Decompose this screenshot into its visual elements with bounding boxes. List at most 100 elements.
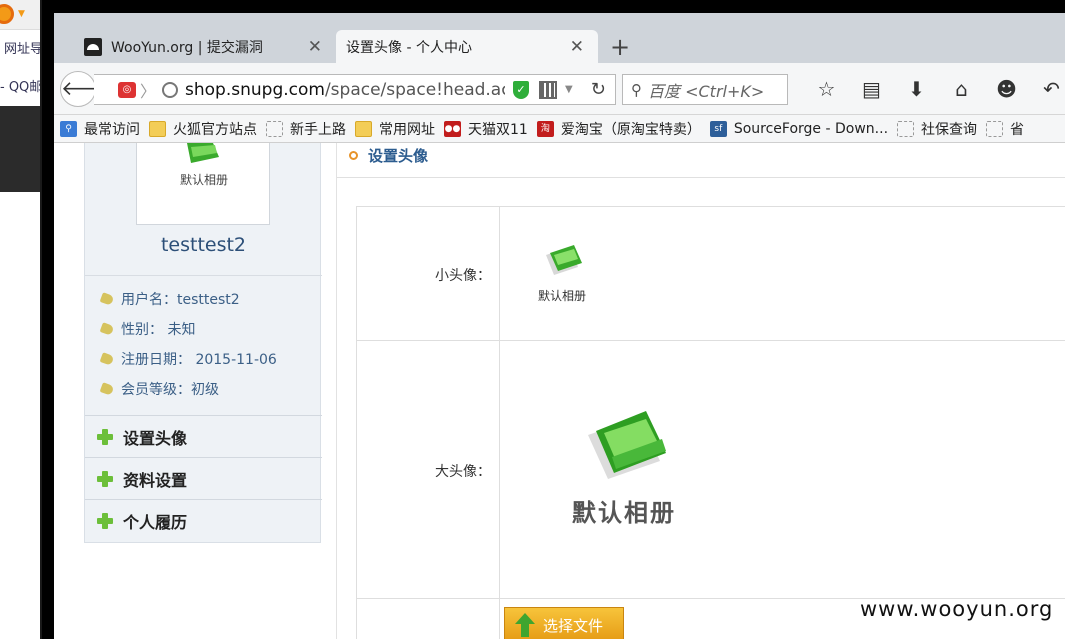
info-gender: 性别： 未知 [85, 314, 322, 344]
home-icon[interactable]: ⌂ [939, 77, 984, 101]
info-text: 会员等级：初级 [121, 382, 219, 398]
tmall-icon: ●● [444, 120, 461, 137]
bookmark-label: 社保查询 [921, 121, 978, 138]
tab-label: WooYun.org | 提交漏洞 [111, 39, 263, 56]
background-window-lower [0, 192, 42, 639]
url-host: shop.snupg.com [185, 79, 325, 100]
info-text: 注册日期： 2015-11-06 [121, 352, 277, 368]
shield-icon[interactable]: ✓ [513, 80, 530, 99]
bookmark-label: 新手上路 [290, 121, 346, 138]
bookmark-province[interactable]: 省 [986, 119, 1024, 139]
sourceforge-icon: sf [709, 120, 727, 137]
back-arrow-icon[interactable]: 🡐 [60, 71, 115, 107]
background-window-text: - QQ邮 [0, 80, 42, 95]
tab-wooyun[interactable]: WooYun.org | 提交漏洞 ✕ [74, 30, 336, 63]
reload-icon[interactable]: ↻ [591, 79, 606, 100]
bookmark-label: 天猫双11 [468, 121, 528, 138]
upload-arrow-icon [515, 613, 535, 637]
menu-label: 个人履历 [123, 512, 188, 532]
search-placeholder: 百度 <Ctrl+K> [648, 81, 765, 101]
menu-label: 设置头像 [123, 428, 188, 448]
folder-icon [588, 411, 666, 479]
page-title-text: 设置头像 [368, 147, 429, 165]
browser-window: WooYun.org | 提交漏洞 ✕ 设置头像 - 个人中心 ✕ + 🡐 ◎ … [54, 13, 1065, 639]
url-text[interactable]: shop.snupg.com/space/space!head.act [185, 80, 505, 100]
watermark: www.wooyun.org [860, 597, 1054, 621]
tag-icon [99, 352, 115, 366]
chevron-down-icon[interactable]: ▼ [18, 9, 25, 19]
bookmark-ai-taobao[interactable]: 淘爱淘宝（原淘宝特卖） [536, 119, 701, 139]
bookmark-social-security[interactable]: 社保查询 [897, 119, 977, 139]
choose-file-button[interactable]: 选择文件 [504, 607, 624, 639]
bookmark-label: SourceForge - Down... [733, 120, 889, 137]
plus-icon [97, 428, 113, 445]
avatar-form: 小头像： 默认相册 大头像： 默认相册 选择文件 [356, 206, 1065, 639]
taobao-icon: 淘 [536, 120, 554, 137]
toolbar-icons: ☆ ▤ ⬇ ⌂ ☻ ↶ [804, 77, 1065, 101]
tag-icon [99, 292, 115, 306]
main-panel: 设置头像 小头像： 默认相册 大头像： 默认相册 选择文件 [336, 143, 1065, 639]
bookmark-label: 省 [1010, 121, 1025, 138]
avatar[interactable]: 默认相册 [136, 143, 270, 225]
firefox-icon[interactable] [0, 4, 14, 24]
menu-resume[interactable]: 个人履历 [85, 499, 322, 541]
dropdown-triangle-icon[interactable]: ▼ [565, 84, 573, 95]
big-avatar-caption: 默认相册 [572, 499, 676, 527]
info-register-date: 注册日期： 2015-11-06 [85, 344, 322, 374]
bookmark-label: 火狐官方站点 [173, 121, 257, 138]
nav-bar: 🡐 ◎ 〉 shop.snupg.com/space/space!head.ac… [54, 63, 1065, 115]
divider [337, 177, 1065, 178]
undo-arrow-icon[interactable]: ↶ [1029, 77, 1065, 101]
big-avatar-label: 大头像： [435, 464, 491, 480]
bookmark-label: 最常访问 [84, 121, 140, 138]
bookmark-firefox-official[interactable]: 火狐官方站点 [149, 119, 257, 139]
small-avatar-label: 小头像： [435, 268, 491, 284]
background-window: ▼ 网址导 - QQ邮 [0, 0, 42, 639]
small-avatar-cell: 默认相册 [499, 207, 1065, 340]
tag-icon [99, 322, 115, 336]
search-input[interactable]: ⚲ 百度 <Ctrl+K> [622, 74, 788, 105]
bookmark-tmall[interactable]: ●● 天猫双11 [444, 119, 528, 139]
page-content: 默认相册 testtest2 用户名：testtest2 性别： 未知 注册日期… [54, 143, 1065, 639]
background-window-dark-panel [0, 106, 42, 192]
new-tab-plus-icon[interactable]: + [610, 33, 630, 61]
big-avatar-cell: 默认相册 [499, 341, 1065, 598]
site-identity-icon[interactable]: ◎ [118, 81, 136, 98]
tab-set-avatar[interactable]: 设置头像 - 个人中心 ✕ [336, 30, 598, 63]
username: testtest2 [160, 234, 247, 256]
star-icon[interactable]: ☆ [804, 77, 849, 101]
search-icon: ⚲ [60, 120, 77, 137]
page-icon [986, 120, 1004, 137]
url-bar[interactable]: ◎ 〉 shop.snupg.com/space/space!head.act … [94, 74, 616, 105]
avatar-caption: 默认相册 [179, 173, 228, 187]
tab-bar: WooYun.org | 提交漏洞 ✕ 设置头像 - 个人中心 ✕ + [54, 13, 1065, 63]
big-avatar-row: 大头像： 默认相册 [357, 341, 1065, 599]
close-icon[interactable]: ✕ [570, 37, 584, 57]
qr-code-icon[interactable] [539, 80, 558, 99]
globe-icon[interactable] [162, 81, 179, 98]
menu-label: 资料设置 [123, 470, 188, 490]
menu-profile-settings[interactable]: 资料设置 [85, 457, 322, 499]
chat-icon[interactable]: ☻ [984, 77, 1029, 101]
bookmark-common-sites[interactable]: 常用网址 [355, 119, 435, 139]
bookmark-most-visited[interactable]: ⚲ 最常访问 [60, 119, 140, 139]
bookmark-getting-started[interactable]: 新手上路 [266, 119, 346, 139]
close-icon[interactable]: ✕ [308, 37, 322, 57]
folder-icon [149, 120, 166, 137]
menu-set-avatar[interactable]: 设置头像 [85, 415, 322, 457]
wooyun-favicon-icon [84, 37, 102, 56]
bookmark-label: 爱淘宝（原淘宝特卖） [560, 121, 701, 138]
download-arrow-icon[interactable]: ⬇ [894, 77, 939, 101]
bookmark-sourceforge[interactable]: sf SourceForge - Down... [709, 120, 889, 137]
page-title: 设置头像 [349, 145, 428, 166]
small-avatar-row: 小头像： 默认相册 [357, 207, 1065, 341]
tab-label: 设置头像 - 个人中心 [346, 39, 472, 56]
bookmarks-bar: ⚲ 最常访问 火狐官方站点 新手上路 常用网址 ●● 天猫双11 淘爱淘宝（原淘宝特… [54, 115, 1065, 143]
small-avatar-caption: 默认相册 [538, 289, 587, 303]
plus-icon [97, 470, 113, 487]
reading-list-icon[interactable]: ▤ [849, 77, 894, 101]
plus-icon [97, 512, 113, 529]
background-window-toolbar: ▼ [0, 0, 42, 30]
info-text: 性别： 未知 [121, 322, 196, 338]
tag-icon [99, 382, 115, 396]
